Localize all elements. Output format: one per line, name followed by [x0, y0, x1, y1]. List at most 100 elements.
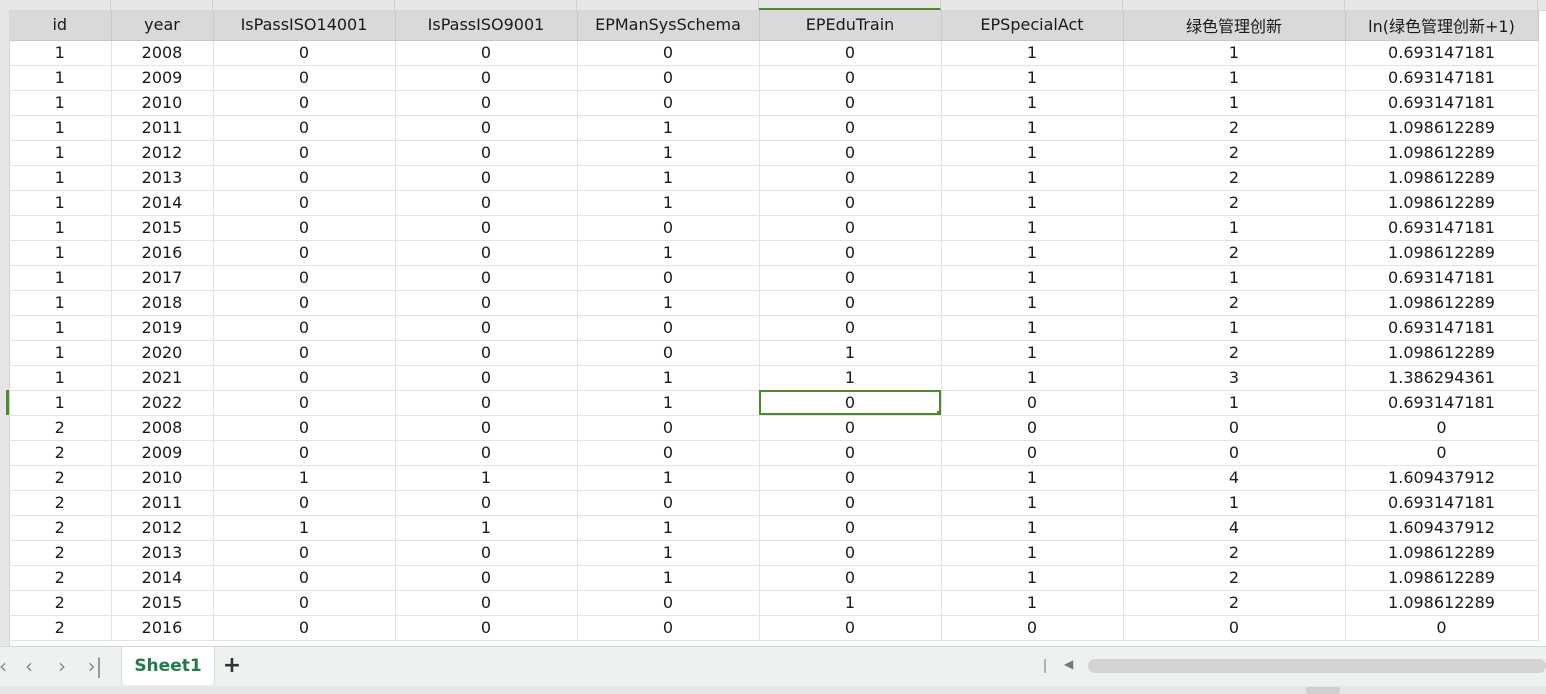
table-cell[interactable]: 0	[941, 415, 1124, 441]
table-cell[interactable]: 1	[395, 515, 578, 541]
table-cell[interactable]: 1	[9, 240, 112, 266]
table-cell[interactable]: 2019	[111, 315, 214, 341]
table-cell[interactable]: 1	[9, 265, 112, 291]
table-cell[interactable]: 0	[941, 615, 1124, 641]
table-cell[interactable]: 0	[213, 290, 396, 316]
table-cell[interactable]: 0	[213, 615, 396, 641]
table-cell[interactable]: 0	[213, 115, 396, 141]
horizontal-scrollbar[interactable]	[1088, 659, 1546, 673]
table-cell[interactable]: 0	[395, 315, 578, 341]
table-cell[interactable]: 0	[759, 40, 942, 66]
table-cell[interactable]: 2	[9, 490, 112, 516]
table-cell[interactable]: 2018	[111, 290, 214, 316]
table-cell[interactable]: 0	[577, 415, 760, 441]
table-cell[interactable]: 2	[1123, 165, 1346, 191]
table-cell[interactable]: 0	[395, 40, 578, 66]
table-cell[interactable]: 1	[395, 465, 578, 491]
table-cell[interactable]: 0	[213, 215, 396, 241]
table-cell[interactable]: 2010	[111, 90, 214, 116]
table-cell[interactable]: 1	[9, 390, 112, 416]
table-cell[interactable]: 0	[395, 540, 578, 566]
column-header-cell[interactable]: EPManSysSchema	[577, 10, 760, 41]
table-cell[interactable]: 1.609437912	[1345, 515, 1539, 541]
table-cell[interactable]: 0	[577, 40, 760, 66]
table-cell[interactable]: 2014	[111, 565, 214, 591]
scroll-splitter[interactable]	[1044, 659, 1046, 673]
table-cell[interactable]: 1	[759, 340, 942, 366]
table-cell[interactable]: 0	[941, 390, 1124, 416]
table-cell[interactable]: 0	[213, 415, 396, 441]
table-cell[interactable]: 1	[759, 590, 942, 616]
table-cell[interactable]: 0.693147181	[1345, 65, 1539, 91]
column-letter-header[interactable]	[1123, 0, 1345, 10]
table-cell[interactable]: 1	[941, 340, 1124, 366]
table-cell[interactable]: 2	[9, 465, 112, 491]
table-cell[interactable]: 0	[577, 315, 760, 341]
table-cell[interactable]: 0	[395, 65, 578, 91]
table-cell[interactable]: 2	[9, 590, 112, 616]
table-cell[interactable]: 0	[1123, 440, 1346, 466]
table-cell[interactable]: 1	[577, 540, 760, 566]
table-cell[interactable]: 1	[1123, 90, 1346, 116]
table-cell[interactable]: 1	[577, 240, 760, 266]
table-cell[interactable]: 2017	[111, 265, 214, 291]
table-cell[interactable]: 0	[213, 140, 396, 166]
table-cell[interactable]: 1	[941, 365, 1124, 391]
table-cell[interactable]: 2014	[111, 190, 214, 216]
table-cell[interactable]: 1	[9, 365, 112, 391]
table-cell[interactable]: 1	[941, 465, 1124, 491]
table-cell[interactable]: 0	[1123, 415, 1346, 441]
table-cell[interactable]: 2	[9, 615, 112, 641]
table-cell[interactable]: 0	[577, 615, 760, 641]
table-cell[interactable]: 1.098612289	[1345, 115, 1539, 141]
table-cell[interactable]: 0	[395, 390, 578, 416]
table-cell[interactable]: 1	[9, 340, 112, 366]
table-cell[interactable]: 0	[759, 90, 942, 116]
table-cell[interactable]: 1	[9, 90, 112, 116]
table-cell[interactable]: 0	[1345, 615, 1539, 641]
table-cell[interactable]: 2	[1123, 190, 1346, 216]
table-cell[interactable]: 1	[941, 215, 1124, 241]
table-cell[interactable]: 0	[213, 540, 396, 566]
table-cell[interactable]: 1	[759, 365, 942, 391]
table-cell[interactable]: 1.098612289	[1345, 190, 1539, 216]
table-cell[interactable]: 0	[759, 190, 942, 216]
table-cell[interactable]: 1	[941, 90, 1124, 116]
table-cell[interactable]: 3	[1123, 365, 1346, 391]
table-cell[interactable]: 1.098612289	[1345, 140, 1539, 166]
table-cell[interactable]: 1	[941, 490, 1124, 516]
table-cell[interactable]: 0	[759, 440, 942, 466]
table-cell[interactable]: 1	[9, 315, 112, 341]
table-cell[interactable]: 0	[395, 415, 578, 441]
table-cell[interactable]: 2	[9, 415, 112, 441]
table-cell[interactable]: 0	[395, 240, 578, 266]
column-letter-header[interactable]	[111, 0, 213, 10]
table-cell[interactable]: 1	[941, 290, 1124, 316]
table-cell[interactable]: 0	[213, 240, 396, 266]
table-cell[interactable]: 1	[9, 40, 112, 66]
table-cell[interactable]: 1	[577, 515, 760, 541]
table-cell[interactable]: 0	[759, 540, 942, 566]
table-cell[interactable]: 0	[759, 265, 942, 291]
table-cell[interactable]: 1	[577, 115, 760, 141]
table-cell[interactable]: 0	[759, 215, 942, 241]
table-cell[interactable]: 0	[213, 265, 396, 291]
table-cell[interactable]: 1	[1123, 265, 1346, 291]
table-cell[interactable]: 2	[9, 565, 112, 591]
table-cell[interactable]: 0	[759, 65, 942, 91]
table-cell[interactable]: 1	[1123, 390, 1346, 416]
table-cell[interactable]: 1	[941, 515, 1124, 541]
table-cell[interactable]: 0.693147181	[1345, 265, 1539, 291]
table-cell[interactable]: 0	[1345, 415, 1539, 441]
table-cell[interactable]: 1.386294361	[1345, 365, 1539, 391]
table-cell[interactable]: 0	[395, 565, 578, 591]
scroll-prev-sheet-icon[interactable]: ‹	[18, 655, 40, 677]
table-cell[interactable]: 1	[1123, 315, 1346, 341]
table-cell[interactable]: 1	[1123, 65, 1346, 91]
table-cell[interactable]: 0	[759, 290, 942, 316]
table-cell[interactable]: 0	[577, 440, 760, 466]
table-cell[interactable]: 2	[1123, 340, 1346, 366]
table-cell[interactable]: 0	[759, 465, 942, 491]
table-cell[interactable]: 0	[759, 115, 942, 141]
table-cell[interactable]: 1	[941, 165, 1124, 191]
